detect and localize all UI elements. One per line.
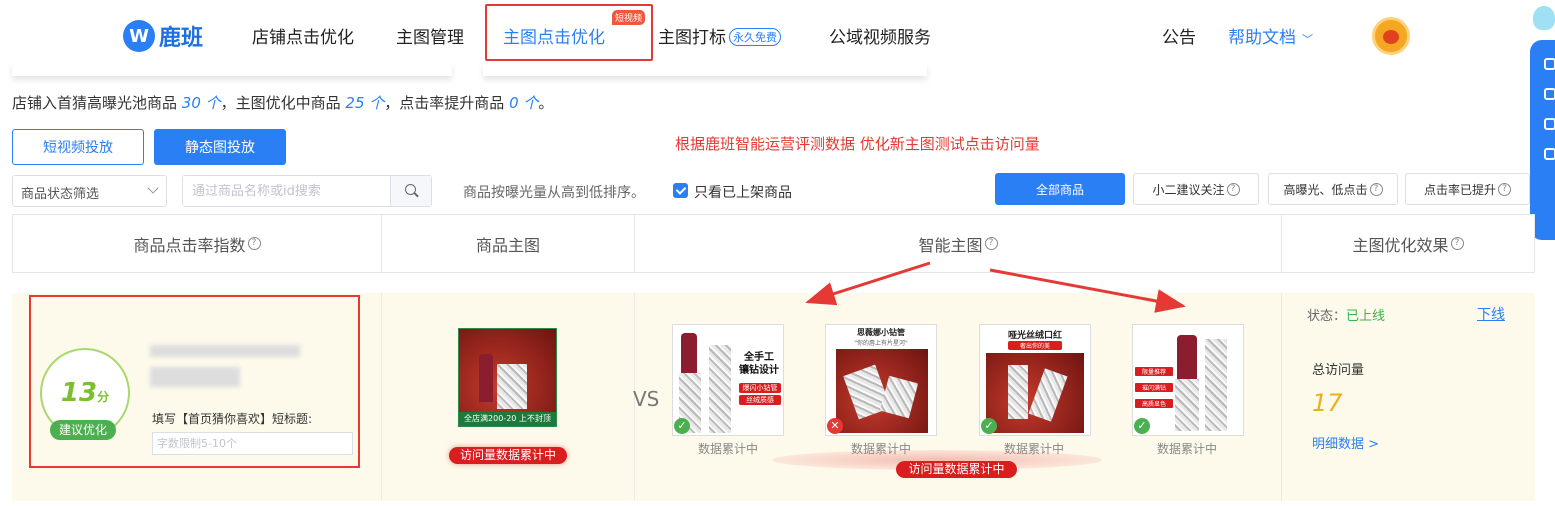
annotation-arrows xyxy=(805,261,1186,313)
arrow-right xyxy=(989,268,1186,313)
arrow-left xyxy=(805,261,931,306)
